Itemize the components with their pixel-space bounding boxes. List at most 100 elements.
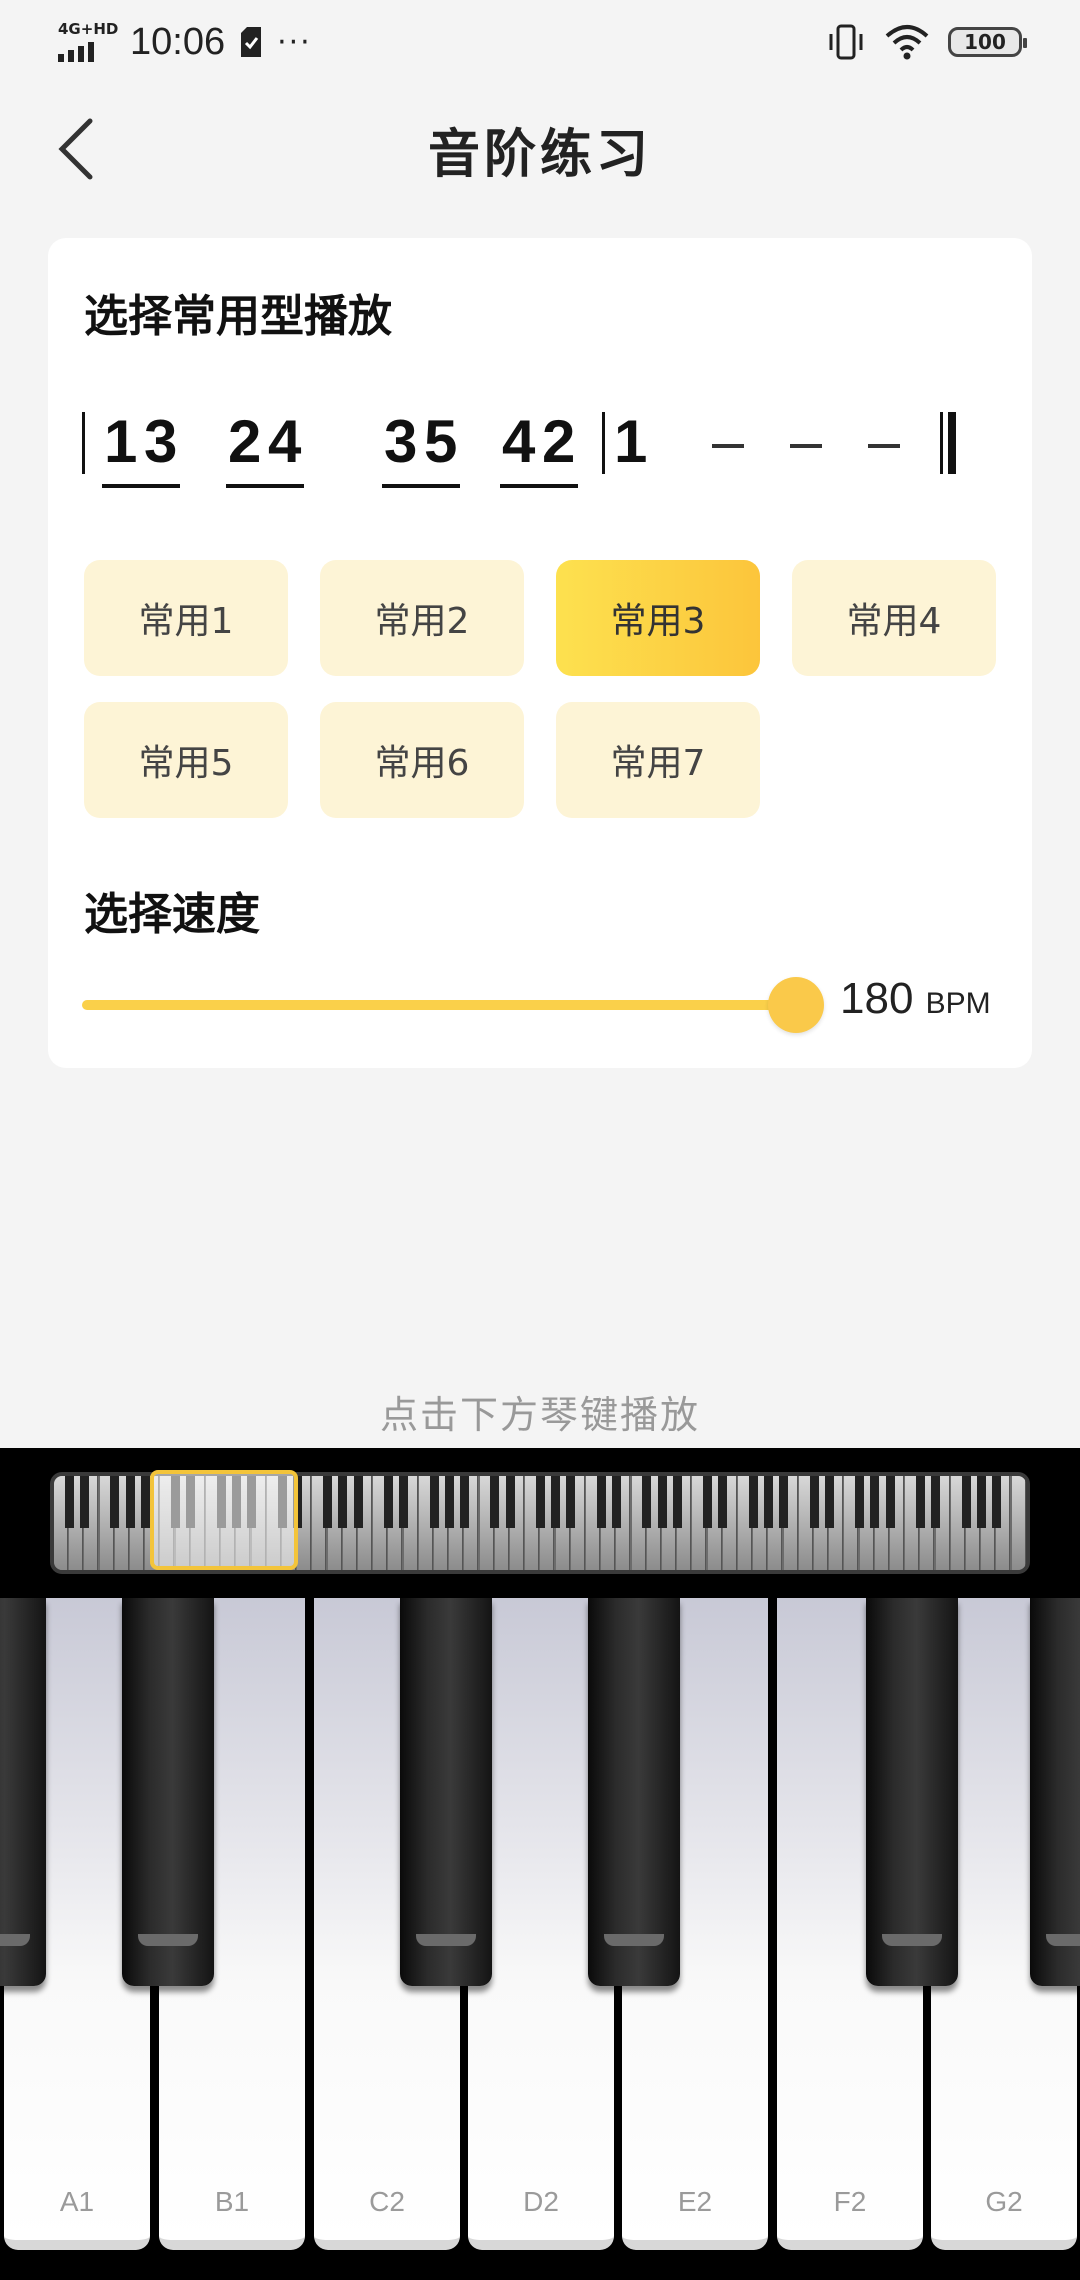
- hold-dash: [712, 444, 744, 448]
- pattern-button-2[interactable]: 常用2: [320, 560, 524, 676]
- key-label: E2: [677, 2186, 713, 2217]
- scale-settings-card: 选择常用型播放 1 3 2 4 3 5 4 2 1 常用1 常用2 常用3 常用…: [48, 238, 1032, 1068]
- battery-level: 100: [964, 30, 1006, 54]
- overview-black-key: [551, 1476, 561, 1528]
- overview-black-key: [870, 1476, 880, 1528]
- overview-black-key: [140, 1476, 150, 1528]
- overview-black-key: [657, 1476, 667, 1528]
- note: 1: [104, 408, 138, 475]
- overview-black-key: [505, 1476, 515, 1528]
- scale-notation: 1 3 2 4 3 5 4 2 1: [82, 406, 1012, 496]
- overview-black-key: [399, 1476, 409, 1528]
- black-key[interactable]: [0, 1598, 46, 1986]
- chevron-left-icon: [58, 118, 93, 180]
- overview-black-key: [718, 1476, 728, 1528]
- overview-black-key: [459, 1476, 469, 1528]
- overview-black-key: [703, 1476, 713, 1528]
- note: 2: [542, 408, 576, 475]
- network-type: 4G+HD: [58, 20, 119, 38]
- bar-line: [82, 412, 85, 474]
- note: 1: [614, 408, 648, 475]
- overview-black-key: [429, 1476, 439, 1528]
- piano: A1 B1 C2 D2 E2 F2 G2: [0, 1448, 1080, 2280]
- key-label: G2: [985, 2186, 1023, 2217]
- overview-black-key: [64, 1476, 74, 1528]
- overview-black-key: [110, 1476, 120, 1528]
- black-key[interactable]: [866, 1598, 958, 1986]
- keyboard-viewport-selector[interactable]: [150, 1470, 298, 1570]
- battery-icon: 100: [948, 27, 1027, 57]
- speed-slider[interactable]: [82, 976, 824, 1033]
- overview-black-key: [763, 1476, 773, 1528]
- status-time: 10:06: [130, 20, 226, 63]
- note: 3: [384, 408, 418, 475]
- hold-dash: [790, 444, 822, 448]
- note: 5: [424, 408, 458, 475]
- pattern-button-5[interactable]: 常用5: [84, 702, 288, 818]
- overview-white-key: [1011, 1476, 1026, 1570]
- overview-black-key: [991, 1476, 1001, 1528]
- overview-black-key: [596, 1476, 606, 1528]
- slider-thumb[interactable]: [768, 977, 824, 1033]
- bpm-number: 180: [840, 974, 914, 1023]
- pattern-button-4[interactable]: 常用4: [792, 560, 996, 676]
- sim-card-icon: [241, 27, 262, 57]
- overview-black-key: [79, 1476, 89, 1528]
- play-hint: 点击下方琴键播放: [379, 1393, 700, 1437]
- overview-black-key: [338, 1476, 348, 1528]
- overview-black-key: [490, 1476, 500, 1528]
- back-button[interactable]: [46, 114, 106, 184]
- overview-black-key: [885, 1476, 895, 1528]
- status-bar: 4G+HD 10:06 ··· 100: [0, 0, 1080, 84]
- note: 3: [144, 408, 178, 475]
- overview-black-key: [566, 1476, 576, 1528]
- overview-black-key: [323, 1476, 333, 1528]
- speed-value: 180 BPM: [840, 974, 991, 1024]
- overview-black-key: [444, 1476, 454, 1528]
- overview-black-key: [383, 1476, 393, 1528]
- overview-black-key: [779, 1476, 789, 1528]
- speed-section-title: 选择速度: [84, 889, 260, 940]
- pattern-button-6[interactable]: 常用6: [320, 702, 524, 818]
- pattern-button-1[interactable]: 常用1: [84, 560, 288, 676]
- bpm-unit: BPM: [925, 987, 991, 1020]
- piano-keys: A1 B1 C2 D2 E2 F2 G2: [0, 1598, 1080, 2280]
- pattern-section-title: 选择常用型播放: [84, 291, 392, 342]
- overview-black-key: [824, 1476, 834, 1528]
- hold-dash: [868, 444, 900, 448]
- slider-track[interactable]: [82, 1000, 792, 1010]
- black-key[interactable]: [1030, 1598, 1080, 1986]
- key-label: C2: [369, 2186, 405, 2217]
- black-key[interactable]: [122, 1598, 214, 1986]
- page-title: 音阶练习: [427, 124, 652, 185]
- signal-icon: 4G+HD: [58, 20, 119, 64]
- pattern-button-7[interactable]: 常用7: [556, 702, 760, 818]
- overview-black-key: [915, 1476, 925, 1528]
- overview-black-key: [931, 1476, 941, 1528]
- key-label: A1: [59, 2186, 95, 2217]
- black-key[interactable]: [588, 1598, 680, 1986]
- overview-black-key: [748, 1476, 758, 1528]
- key-label: F2: [833, 2186, 867, 2217]
- black-key[interactable]: [400, 1598, 492, 1986]
- end-bar-line-thick: [948, 412, 956, 474]
- overview-black-key: [961, 1476, 971, 1528]
- key-label: B1: [214, 2186, 250, 2217]
- overview-black-key: [855, 1476, 865, 1528]
- wifi-icon: [885, 25, 929, 60]
- vibrate-icon: [829, 24, 863, 60]
- overview-black-key: [672, 1476, 682, 1528]
- note: 4: [502, 408, 536, 475]
- app-header: 音阶练习: [0, 84, 1080, 214]
- end-bar-line: [940, 412, 943, 474]
- note: 4: [268, 408, 302, 475]
- key-label: D2: [523, 2186, 559, 2217]
- overview-black-key: [976, 1476, 986, 1528]
- note: 2: [228, 408, 262, 475]
- bar-line: [602, 412, 605, 474]
- overview-black-key: [642, 1476, 652, 1528]
- more-notifications-icon: ···: [277, 24, 312, 60]
- pattern-button-3[interactable]: 常用3: [556, 560, 760, 676]
- overview-black-key: [353, 1476, 363, 1528]
- overview-black-key: [611, 1476, 621, 1528]
